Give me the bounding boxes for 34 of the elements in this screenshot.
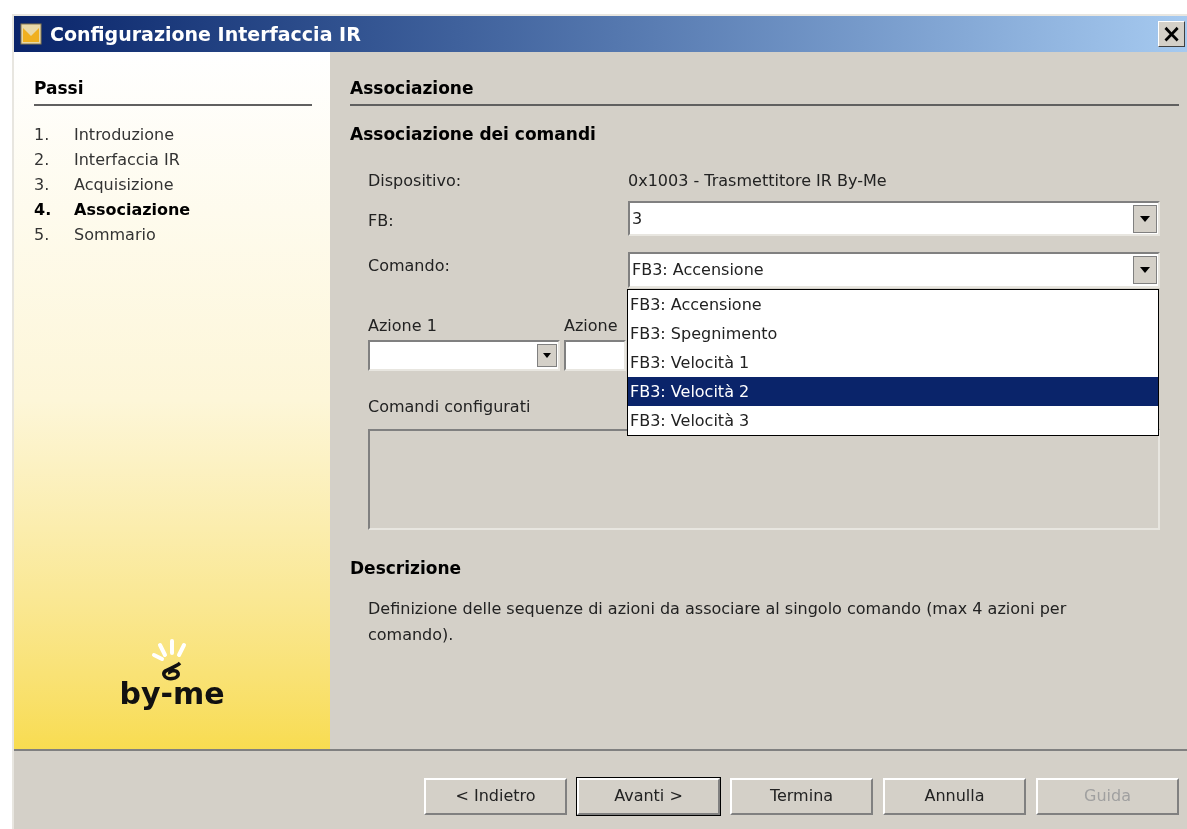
step-item[interactable]: 2. Interfaccia IR xyxy=(34,146,310,172)
field-value: 0x1003 - Trasmettitore IR By-Me xyxy=(628,170,887,192)
section-heading: Descrizione xyxy=(350,557,463,580)
field-label: Comando: xyxy=(368,255,451,277)
close-button[interactable]: × xyxy=(1158,21,1185,47)
sidebar-heading: Passi xyxy=(34,76,312,106)
step-item[interactable]: 1. Introduzione xyxy=(34,121,310,147)
field-label: Azione xyxy=(564,315,619,336)
dropdown[interactable]: FB3: Accensione xyxy=(628,252,1160,288)
dropdown-option[interactable]: FB3: Spegnimento xyxy=(628,319,1158,348)
dropdown[interactable] xyxy=(368,340,560,371)
wizard-button[interactable]: Avanti > xyxy=(577,777,720,815)
step-item[interactable]: 4. Associazione xyxy=(34,196,310,222)
wizard-button[interactable]: Termina xyxy=(730,777,873,815)
field-label: Dispositivo: xyxy=(368,170,463,192)
list-label: Comandi configurati xyxy=(368,396,532,418)
wizard-button[interactable]: < Indietro xyxy=(424,777,567,815)
dropdown-option[interactable]: FB3: Velocità 3 xyxy=(628,406,1158,435)
dropdown[interactable]: 3 xyxy=(628,201,1160,236)
dropdown-option[interactable]: FB3: Accensione xyxy=(628,290,1158,319)
field-label: Azione 1 xyxy=(368,315,438,336)
window-title: Configurazione Interfaccia IR xyxy=(50,21,361,47)
dropdown-option[interactable]: FB3: Velocità 1 xyxy=(628,348,1158,377)
step-item[interactable]: 5. Sommario xyxy=(34,221,310,247)
field-label: FB: xyxy=(368,210,395,232)
logo-text: by-me xyxy=(119,679,225,709)
step-item[interactable]: 3. Acquisizione xyxy=(34,171,310,197)
wizard-button[interactable]: Annulla xyxy=(883,777,1026,815)
dropdown-option[interactable]: FB3: Velocità 2 xyxy=(628,377,1158,406)
page-heading: Associazione xyxy=(350,76,1179,106)
dropdown[interactable] xyxy=(564,340,626,371)
app-icon xyxy=(20,23,42,45)
section-heading: Associazione dei comandi xyxy=(350,122,597,146)
description-text: Definizione delle sequenze di azioni da associare al singolo comando (max 4 azioni per comando). xyxy=(367,597,1068,646)
